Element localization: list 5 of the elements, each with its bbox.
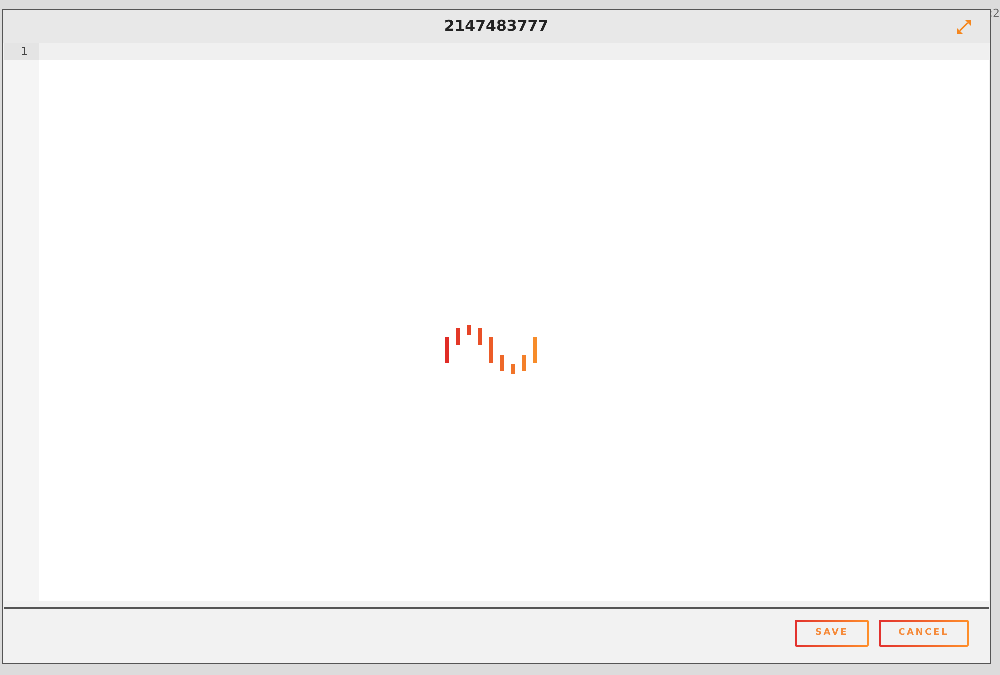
dialog-title: 2147483777: [444, 19, 549, 34]
line-number: 1: [4, 43, 39, 60]
save-button[interactable]: SAVE: [795, 620, 869, 647]
cancel-button[interactable]: CANCEL: [878, 620, 969, 647]
expand-icon[interactable]: [957, 20, 971, 34]
